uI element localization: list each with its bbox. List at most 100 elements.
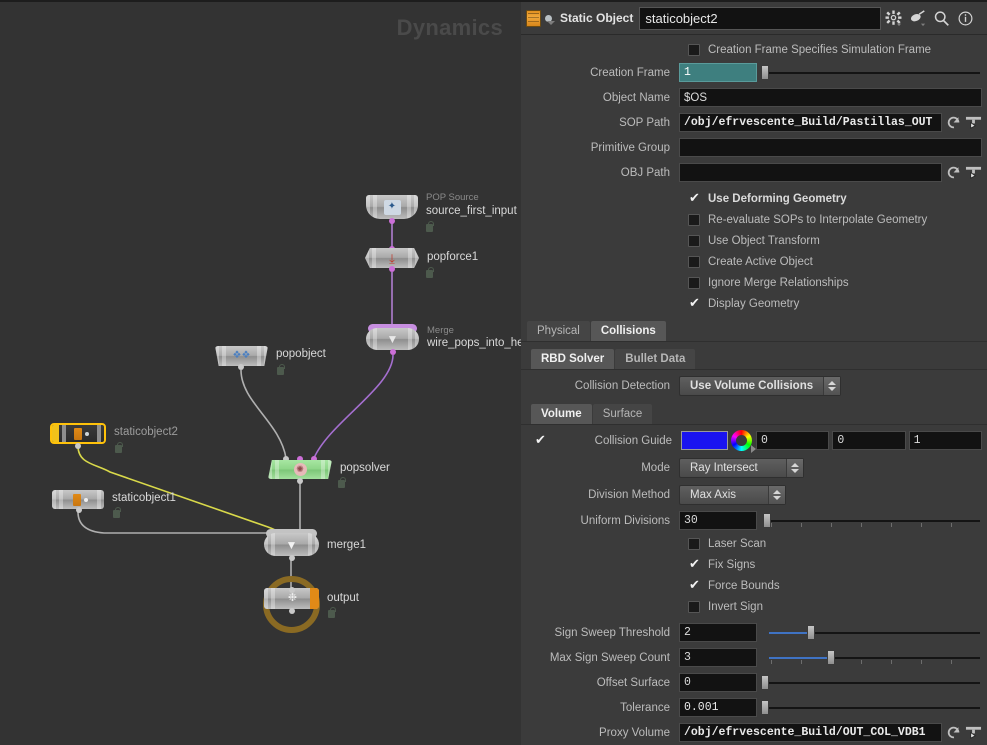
row-use-deforming-geometry[interactable]: Use Deforming Geometry: [521, 188, 987, 209]
row-display-geometry[interactable]: Display Geometry: [521, 293, 987, 314]
gear-icon[interactable]: [881, 6, 905, 30]
choose-operator-icon[interactable]: [965, 725, 982, 741]
row-offset-surface: Offset Surface: [521, 670, 987, 695]
row-reevaluate-sops[interactable]: Re-evaluate SOPs to Interpolate Geometry: [521, 209, 987, 230]
row-fix-signs[interactable]: Fix Signs: [521, 554, 987, 575]
node-source-first-input[interactable]: ✦ POP Source source_first_input: [366, 192, 517, 232]
collision-guide-b-input[interactable]: [908, 431, 982, 450]
object-name-input[interactable]: [679, 88, 982, 107]
tab-collisions[interactable]: Collisions: [590, 321, 666, 341]
creation-frame-sim-checkbox[interactable]: [688, 43, 700, 56]
tab-volume[interactable]: Volume: [531, 404, 592, 424]
row-creation-frame-sim[interactable]: Creation Frame Specifies Simulation Fram…: [521, 39, 987, 60]
collision-detection-dropdown[interactable]: Use Volume Collisions: [679, 376, 842, 396]
obj-path-input[interactable]: [679, 163, 942, 182]
operator-name-input[interactable]: [639, 6, 881, 30]
primitive-group-input[interactable]: [679, 138, 982, 157]
volume-tabstrip[interactable]: Volume Surface: [521, 403, 987, 425]
tab-bullet-data[interactable]: Bullet Data: [615, 349, 696, 369]
row-force-bounds[interactable]: Force Bounds: [521, 575, 987, 596]
search-icon[interactable]: [929, 6, 953, 30]
creation-frame-slider[interactable]: [759, 63, 982, 82]
uniform-divisions-input[interactable]: [679, 511, 757, 530]
collision-guide-label: Collision Guide: [594, 434, 672, 447]
node-name-label: staticobject1: [112, 492, 176, 504]
tab-physical[interactable]: Physical: [527, 321, 590, 341]
node-popsolver[interactable]: ✺ popsolver: [268, 456, 390, 488]
node-staticobject2[interactable]: staticobject2: [50, 423, 178, 453]
sign-sweep-threshold-slider[interactable]: [759, 623, 982, 642]
node-output-port[interactable]: [289, 608, 295, 614]
row-division-method: Division Method Max Axis: [521, 481, 987, 508]
node-output-port[interactable]: [389, 266, 395, 272]
node-output-port[interactable]: [297, 478, 303, 484]
max-sign-sweep-count-slider[interactable]: [759, 648, 982, 667]
sign-sweep-threshold-input[interactable]: [679, 623, 757, 642]
max-sign-sweep-count-input[interactable]: [679, 648, 757, 667]
tab-rbd-solver[interactable]: RBD Solver: [531, 349, 615, 369]
offset-surface-input[interactable]: [679, 673, 757, 692]
collision-guide-checkbox[interactable]: [534, 433, 546, 447]
collision-guide-g-input[interactable]: [832, 431, 906, 450]
use-deforming-geometry-checkbox[interactable]: [688, 191, 700, 205]
collision-detection-value: Use Volume Collisions: [690, 380, 814, 392]
proxy-volume-input[interactable]: [679, 723, 942, 742]
row-invert-sign[interactable]: Invert Sign: [521, 596, 987, 617]
ignore-merge-relationships-checkbox[interactable]: [688, 276, 700, 289]
collision-guide-color-swatch[interactable]: [681, 431, 728, 450]
creation-frame-input[interactable]: [679, 63, 757, 82]
solver-tabstrip[interactable]: RBD Solver Bullet Data: [521, 348, 987, 370]
force-bounds-checkbox[interactable]: [688, 578, 700, 592]
color-wheel-icon[interactable]: [731, 430, 756, 453]
reload-icon[interactable]: [946, 725, 962, 740]
node-input-port[interactable]: [289, 587, 295, 593]
choose-operator-icon[interactable]: [965, 115, 982, 131]
invert-sign-checkbox[interactable]: [688, 600, 700, 613]
tolerance-input[interactable]: [679, 698, 757, 717]
row-use-object-transform[interactable]: Use Object Transform: [521, 230, 987, 251]
paintbrush-icon[interactable]: [905, 6, 929, 30]
collision-guide-r-input[interactable]: [756, 431, 830, 450]
display-geometry-checkbox[interactable]: [688, 296, 700, 310]
node-popobject[interactable]: ❖❖ popobject: [215, 346, 326, 375]
fix-signs-checkbox[interactable]: [688, 557, 700, 571]
node-output-port[interactable]: [238, 364, 244, 370]
chevron-down-icon[interactable]: [547, 20, 555, 25]
node-popforce1[interactable]: ⤓ popforce1: [365, 246, 478, 278]
main-tabstrip[interactable]: Physical Collisions: [521, 320, 987, 342]
reload-icon[interactable]: [946, 165, 962, 180]
mode-dropdown[interactable]: Ray Intersect: [679, 457, 804, 478]
node-merge1[interactable]: ▼ merge1: [264, 529, 366, 561]
uniform-divisions-slider[interactable]: [759, 511, 982, 530]
creation-frame-label: Creation Frame: [590, 66, 670, 79]
static-object-icon: [72, 493, 81, 506]
network-editor-pane[interactable]: Dynamics ✦ POP Source source_first_input…: [0, 0, 521, 745]
pop-source-icon: ✦: [383, 199, 401, 215]
node-staticobject1[interactable]: staticobject1: [52, 490, 176, 518]
node-name-label: wire_pops_into_her: [427, 337, 521, 349]
tab-surface[interactable]: Surface: [592, 404, 653, 424]
sop-path-input[interactable]: [679, 113, 942, 132]
laser-scan-checkbox[interactable]: [688, 537, 700, 550]
force-bounds-label: Force Bounds: [708, 579, 780, 592]
create-active-object-checkbox[interactable]: [688, 255, 700, 268]
node-output-port[interactable]: [289, 555, 295, 561]
node-output-port[interactable]: [390, 349, 396, 355]
node-output-port[interactable]: [75, 443, 81, 449]
info-icon[interactable]: [953, 6, 977, 30]
division-method-dropdown[interactable]: Max Axis: [679, 484, 786, 505]
reload-icon[interactable]: [946, 115, 962, 130]
reevaluate-sops-checkbox[interactable]: [688, 213, 700, 226]
node-output[interactable]: ❉ output: [263, 576, 359, 633]
row-ignore-merge-relationships[interactable]: Ignore Merge Relationships: [521, 272, 987, 293]
tolerance-slider[interactable]: [759, 698, 982, 717]
node-output-port[interactable]: [389, 218, 395, 224]
mode-label: Mode: [641, 461, 670, 474]
choose-operator-icon[interactable]: [965, 165, 982, 181]
use-object-transform-checkbox[interactable]: [688, 234, 700, 247]
node-wire-pops-into-her[interactable]: ▼ Merge wire_pops_into_her: [366, 324, 521, 355]
row-create-active-object[interactable]: Create Active Object: [521, 251, 987, 272]
node-output-port[interactable]: [76, 507, 82, 513]
row-laser-scan[interactable]: Laser Scan: [521, 533, 987, 554]
offset-surface-slider[interactable]: [759, 673, 982, 692]
